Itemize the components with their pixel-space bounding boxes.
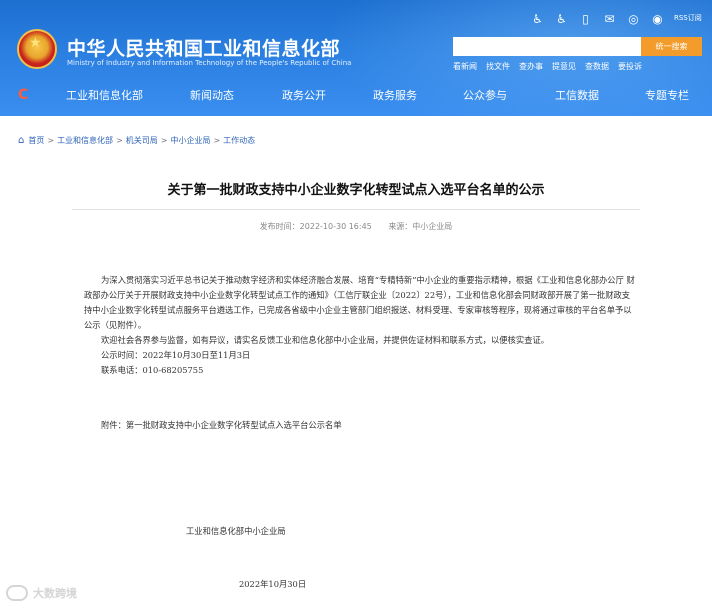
accessibility-icon[interactable]: ♿ — [531, 12, 544, 26]
rss-link[interactable]: RSS订阅 — [674, 13, 702, 23]
home-icon[interactable]: ⌂ — [18, 135, 24, 146]
signature-date: 2022年10月30日 — [239, 579, 307, 589]
breadcrumb-home[interactable]: 首页 — [28, 135, 44, 146]
nav-item-ministry[interactable]: 工业和信息化部 — [66, 87, 143, 103]
breadcrumb-separator: > — [160, 136, 168, 145]
wechat-icon[interactable]: ◎ — [627, 12, 640, 26]
nav-item-topics[interactable]: 专题专栏 — [645, 87, 689, 103]
watermark-logo-icon — [6, 585, 28, 601]
breadcrumb-departments[interactable]: 机关司局 — [126, 135, 158, 146]
wheelchair-icon[interactable]: ♿ — [555, 12, 568, 26]
main-nav: C 工业和信息化部 新闻动态 政务公开 政务服务 公众参与 工信数据 专题专栏 — [0, 80, 712, 110]
article-source: 来源：中小企业局 — [388, 222, 453, 231]
mail-icon[interactable]: ✉ — [603, 12, 616, 26]
quick-link-news[interactable]: 看新闻 — [453, 61, 477, 72]
breadcrumb-separator: > — [116, 136, 123, 145]
header-tools: ♿ ♿ ▯ ✉ ◎ ◉ — [531, 10, 664, 28]
quick-links: 看新闻 找文件 查办事 提意见 查数据 要投诉 — [453, 61, 642, 72]
article-paragraph: 为深入贯彻落实习近平总书记关于推动数字经济和实体经济融合发展、培育“专精特新”中… — [84, 275, 635, 330]
quick-link-data[interactable]: 查数据 — [585, 61, 609, 72]
star-icon: ★ — [29, 35, 42, 51]
signature-organization: 工业和信息化部中小企业局 — [186, 526, 286, 536]
article-body: 为深入贯彻落实习近平总书记关于推动数字经济和实体经济融合发展、培育“专精特新”中… — [84, 273, 636, 378]
title-divider — [72, 209, 640, 210]
search-button[interactable]: 统一搜索 — [641, 37, 702, 56]
nav-item-data[interactable]: 工信数据 — [555, 87, 599, 103]
breadcrumb-work-news[interactable]: 工作动态 — [223, 135, 255, 146]
article-title: 关于第一批财政支持中小企业数字化转型试点入选平台名单的公示 — [167, 183, 545, 198]
article-paragraph: 欢迎社会各界参与监督，如有异议，请实名反馈工业和信息化部中小企业局，并提供佐证材… — [101, 335, 550, 345]
breadcrumb-separator: > — [213, 136, 221, 145]
nav-item-public-participation[interactable]: 公众参与 — [463, 87, 507, 103]
breadcrumb-ministry[interactable]: 工业和信息化部 — [57, 135, 113, 146]
breadcrumb-separator: > — [47, 136, 55, 145]
mobile-icon[interactable]: ▯ — [579, 12, 592, 26]
publish-time: 发布时间：2022-10-30 16:45 — [259, 222, 372, 231]
article-meta: 发布时间：2022-10-30 16:45 来源：中小企业局 — [0, 221, 712, 232]
quick-link-feedback[interactable]: 提意见 — [552, 61, 576, 72]
weibo-icon[interactable]: ◉ — [651, 12, 664, 26]
search-input[interactable] — [453, 37, 641, 56]
watermark-text: 大数跨境 — [33, 587, 77, 600]
quick-link-files[interactable]: 找文件 — [486, 61, 510, 72]
nav-logo-icon: C — [18, 87, 29, 103]
site-title[interactable]: 中华人民共和国工业和信息化部 — [67, 34, 340, 61]
site-subtitle: Ministry of Industry and Information Tec… — [67, 59, 352, 67]
nav-item-government-affairs[interactable]: 政务公开 — [282, 87, 326, 103]
contact-phone: 联系电话：010-68205755 — [101, 365, 204, 375]
publicity-period: 公示时间：2022年10月30日至11月3日 — [101, 350, 251, 360]
attachment-link[interactable]: 附件：第一批财政支持中小企业数字化转型试点入选平台公示名单 — [101, 419, 342, 431]
site-header: ★ 中华人民共和国工业和信息化部 Ministry of Industry an… — [0, 0, 712, 116]
national-emblem-logo: ★ — [17, 29, 57, 69]
breadcrumb-sme-bureau[interactable]: 中小企业局 — [170, 135, 210, 146]
watermark: 大数跨境 — [6, 585, 77, 601]
quick-link-complaint[interactable]: 要投诉 — [618, 61, 642, 72]
nav-item-news[interactable]: 新闻动态 — [190, 87, 234, 103]
quick-link-services[interactable]: 查办事 — [519, 61, 543, 72]
breadcrumb: ⌂ 首页 > 工业和信息化部 > 机关司局 > 中小企业局 > 工作动态 — [18, 135, 255, 146]
nav-item-services[interactable]: 政务服务 — [373, 87, 417, 103]
